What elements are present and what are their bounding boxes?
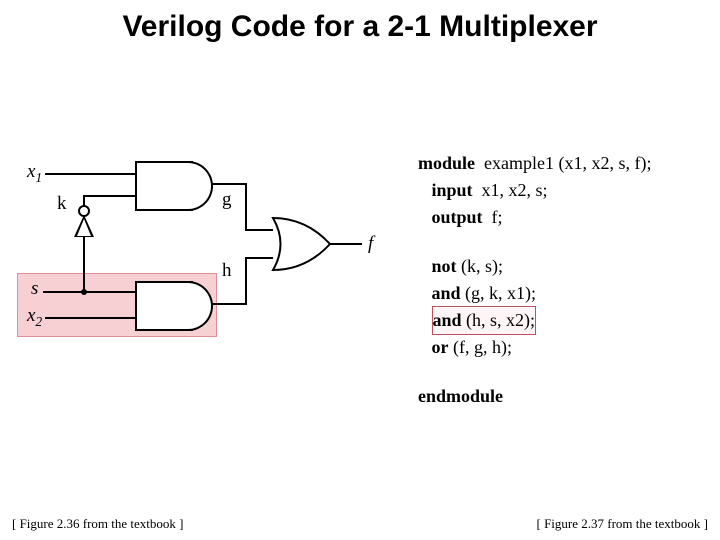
label-k: k: [57, 193, 67, 215]
code-line-and-h: and (h, s, x2);: [415, 307, 705, 334]
label-g: g: [222, 189, 232, 211]
label-x2: x2: [27, 305, 42, 330]
not-gate: [74, 215, 94, 237]
code-line-input: input x1, x2, s;: [415, 177, 705, 204]
label-h: h: [222, 260, 232, 282]
code-line-output: output f;: [415, 204, 705, 231]
caption-left: [ Figure 2.36 from the textbook ]: [12, 516, 184, 532]
code-line-not: not (k, s);: [415, 253, 705, 280]
caption-right: [ Figure 2.37 from the textbook ]: [537, 516, 709, 532]
circuit-diagram: x1 s x2 k g h f: [25, 165, 395, 345]
label-f: f: [368, 233, 373, 255]
code-line-module: module example1 (x1, x2, s, f);: [415, 150, 705, 177]
code-line-or: or (f, g, h);: [415, 334, 705, 361]
or-gate: [268, 215, 340, 273]
label-s: s: [31, 278, 38, 300]
slide-title: Verilog Code for a 2-1 Multiplexer: [0, 10, 720, 44]
code-line-and-g: and (g, k, x1);: [415, 280, 705, 307]
verilog-code: module example1 (x1, x2, s, f); input x1…: [415, 150, 705, 410]
label-x1: x1: [27, 161, 42, 186]
code-line-endmodule: endmodule: [415, 383, 705, 410]
